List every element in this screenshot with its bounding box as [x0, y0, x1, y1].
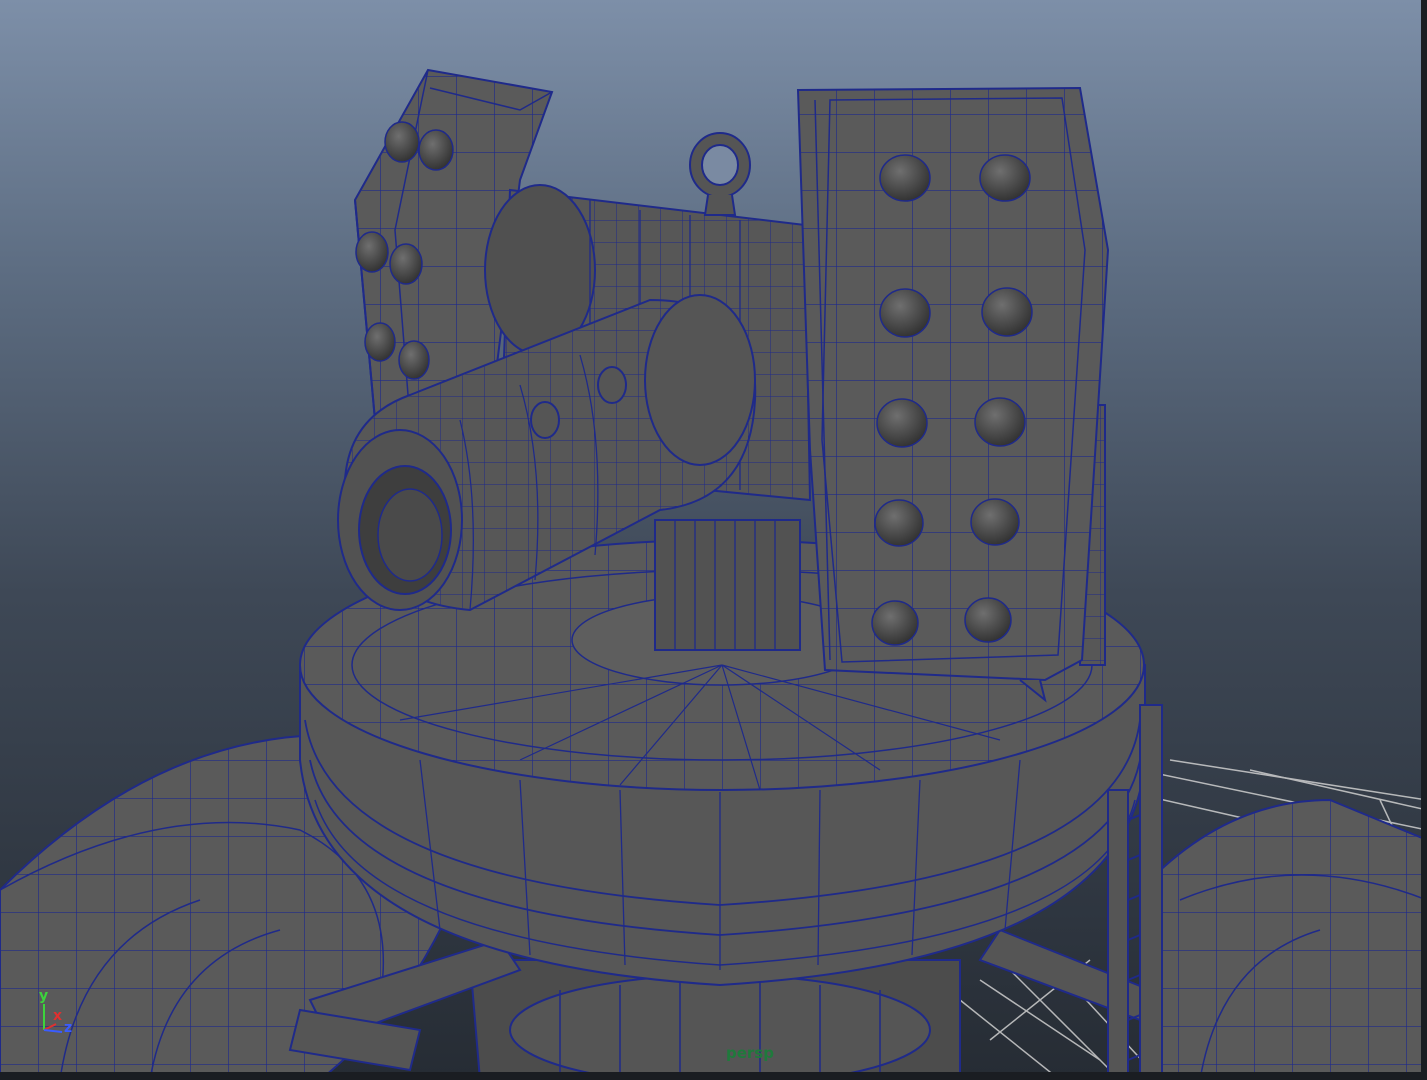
viewport-right-border [1421, 0, 1427, 1080]
right-pontoon [1141, 798, 1427, 1080]
axis-z-label: z [64, 1020, 73, 1036]
axis-y-label: y [39, 988, 49, 1004]
axis-x-label: x [53, 1008, 63, 1024]
axis-gizmo: y x z [34, 988, 94, 1050]
camera-name-label: persp [726, 1044, 774, 1062]
viewport-bottom-border [0, 1072, 1427, 1080]
x-axis-line [43, 1023, 57, 1031]
turret-model[interactable] [0, 0, 1427, 1080]
lifting-ring [689, 132, 751, 216]
3d-viewport-persp[interactable]: y x z persp [0, 0, 1427, 1080]
right-shield-plate [796, 86, 1110, 703]
z-axis-line [43, 1029, 63, 1033]
center-column [654, 519, 801, 651]
